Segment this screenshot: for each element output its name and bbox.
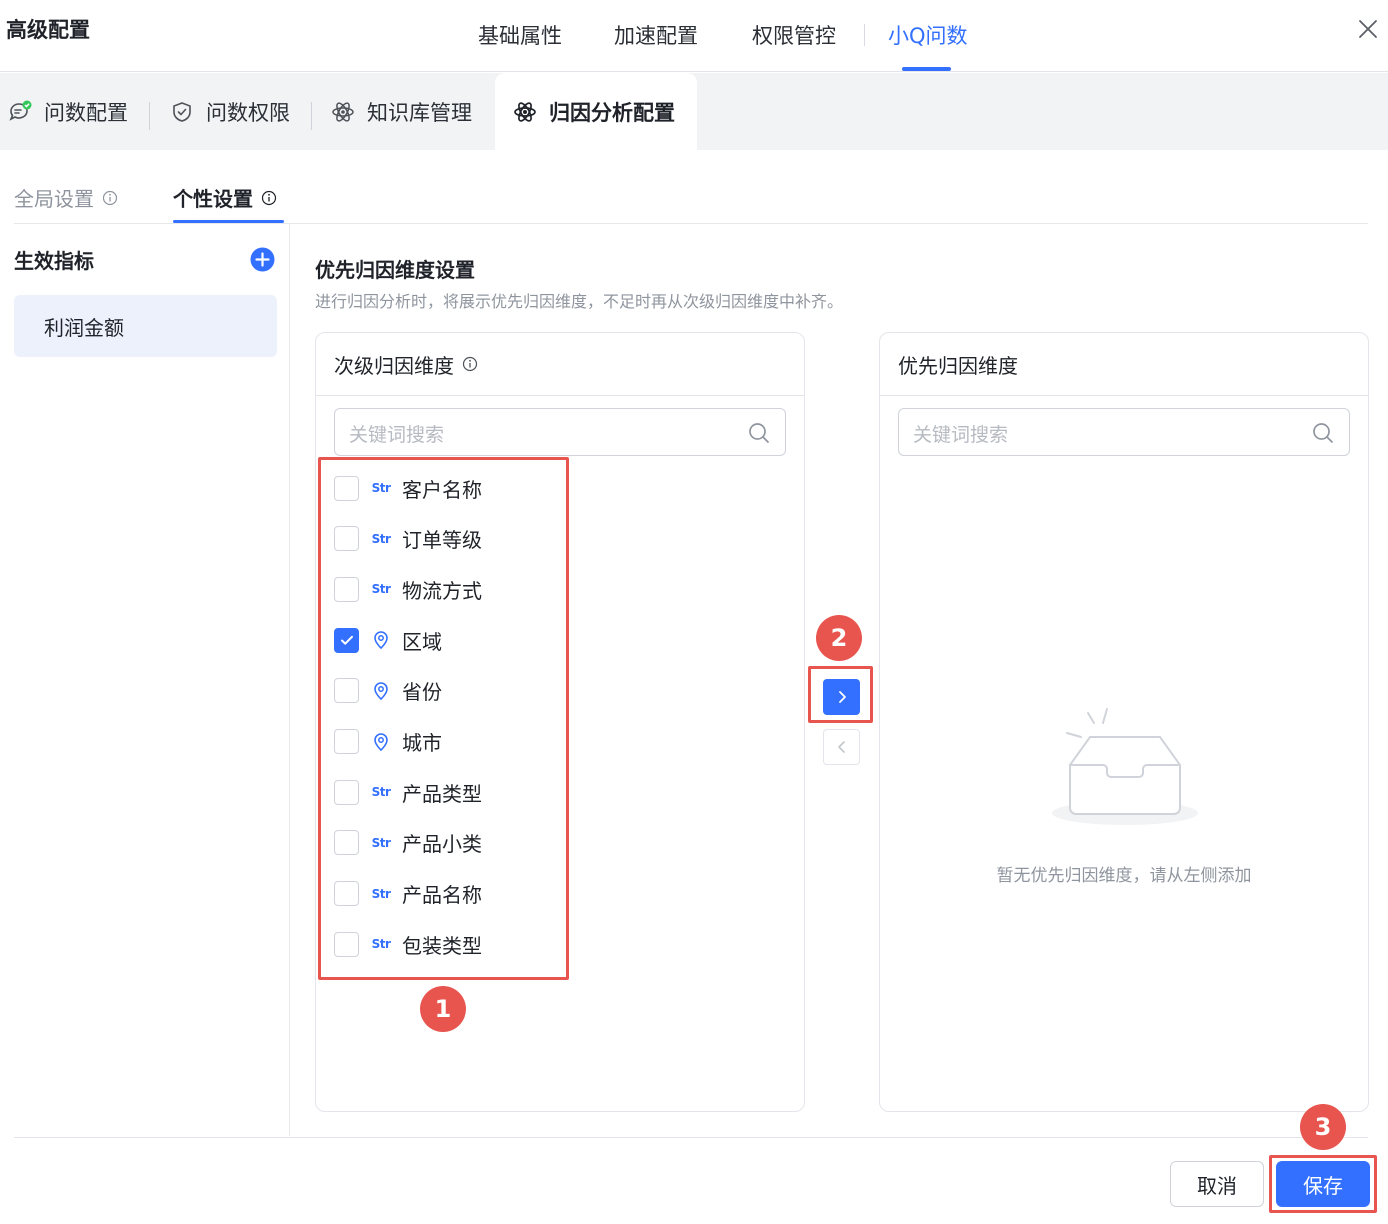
divider xyxy=(14,223,1368,224)
step-badge: 2 xyxy=(816,615,862,661)
subtab-label: 知识库管理 xyxy=(367,100,472,125)
active-tab-indicator xyxy=(902,67,951,71)
atom-icon xyxy=(513,100,537,124)
step-badge: 1 xyxy=(420,986,466,1032)
info-icon[interactable] xyxy=(462,356,478,372)
tab-label: 个性设置 xyxy=(173,187,253,211)
section-description: 进行归因分析时，将展示优先归因维度，不足时再从次级归因维度中补齐。 xyxy=(315,292,844,311)
tab-xiaoq-qa[interactable]: 小Q问数 xyxy=(888,20,968,50)
add-metric-icon[interactable] xyxy=(250,247,275,272)
cancel-button[interactable]: 取消 xyxy=(1170,1161,1264,1207)
subtab-bar: 问数配置 问数权限 知识库管理 归因分析配置 xyxy=(0,73,1388,150)
panel-header: 优先归因维度 xyxy=(880,333,1368,396)
panel-header: 次级归因维度 xyxy=(316,333,804,396)
chevron-left-icon xyxy=(837,741,845,753)
highlight-box xyxy=(318,457,569,980)
footer-divider xyxy=(14,1137,1368,1138)
dialog-header: 高级配置 基础属性 加速配置 权限管控 小Q问数 xyxy=(0,0,1388,72)
subtab-label: 归因分析配置 xyxy=(549,100,675,125)
chat-bubble-check-icon xyxy=(8,100,32,124)
sidebar-item-profit-amount[interactable]: 利润金额 xyxy=(14,295,277,357)
move-left-button[interactable] xyxy=(823,729,860,765)
subtab-qa-config[interactable]: 问数配置 xyxy=(8,73,128,150)
subtab-attribution-config[interactable]: 归因分析配置 xyxy=(495,73,697,150)
tab-global-settings[interactable]: 全局设置 xyxy=(14,183,118,212)
info-icon[interactable] xyxy=(261,190,277,206)
sidebar-divider xyxy=(289,224,290,1136)
step-badge: 3 xyxy=(1300,1104,1346,1150)
search-input[interactable]: 关键词搜索 xyxy=(898,408,1350,456)
empty-state-text: 暂无优先归因维度，请从左侧添加 xyxy=(996,866,1252,886)
tab-custom-settings[interactable]: 个性设置 xyxy=(173,183,277,212)
subtab-divider xyxy=(149,102,150,130)
section-title: 优先归因维度设置 xyxy=(315,258,475,282)
empty-inbox-icon xyxy=(1052,708,1198,825)
search-input[interactable]: 关键词搜索 xyxy=(334,408,786,456)
search-icon[interactable] xyxy=(747,421,771,445)
chevron-right-icon xyxy=(838,691,846,703)
close-icon[interactable] xyxy=(1356,17,1380,41)
search-placeholder: 关键词搜索 xyxy=(349,424,445,446)
search-placeholder: 关键词搜索 xyxy=(913,424,1009,446)
panel-title: 优先归因维度 xyxy=(898,353,1018,378)
top-tab-bar: 基础属性 加速配置 权限管控 小Q问数 xyxy=(0,0,1388,72)
subtab-qa-permission[interactable]: 问数权限 xyxy=(170,73,290,150)
info-icon[interactable] xyxy=(102,190,118,206)
panel-title: 次级归因维度 xyxy=(334,353,454,378)
effective-metrics-title: 生效指标 xyxy=(14,249,94,273)
search-icon[interactable] xyxy=(1311,421,1335,445)
tab-divider xyxy=(864,24,865,46)
subtab-label: 问数配置 xyxy=(44,100,128,125)
sidebar-item-label: 利润金额 xyxy=(44,315,124,340)
subtab-label: 问数权限 xyxy=(206,100,290,125)
tab-permission-control[interactable]: 权限管控 xyxy=(752,20,836,50)
save-button[interactable]: 保存 xyxy=(1276,1161,1370,1207)
tab-acceleration-config[interactable]: 加速配置 xyxy=(614,20,698,50)
subtab-divider xyxy=(311,102,312,130)
atom-icon xyxy=(331,100,355,124)
move-right-button[interactable] xyxy=(823,679,860,715)
shield-check-icon xyxy=(170,100,194,124)
tab-label: 全局设置 xyxy=(14,187,94,211)
subtab-knowledge-base[interactable]: 知识库管理 xyxy=(331,73,472,150)
tab-basic-properties[interactable]: 基础属性 xyxy=(478,20,562,50)
